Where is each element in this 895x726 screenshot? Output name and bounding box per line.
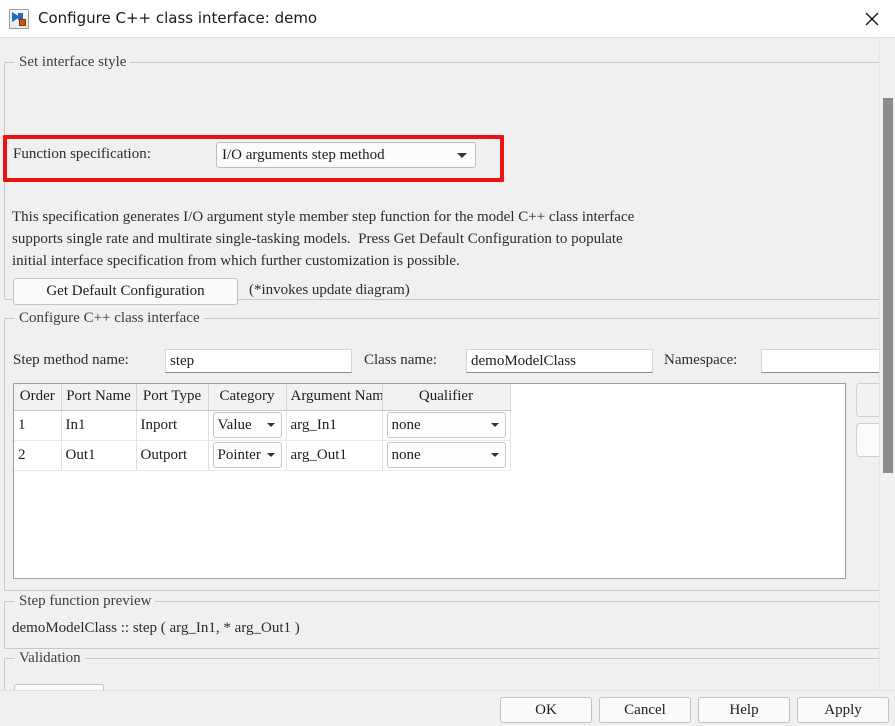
function-specification-value: I/O arguments step method (222, 146, 385, 163)
qualifier-value-row-1: none (391, 416, 421, 433)
category-dropdown-row-1[interactable]: Value (212, 412, 282, 438)
step-method-name-input[interactable] (165, 349, 352, 373)
vertical-scrollbar[interactable] (879, 38, 895, 690)
description-line-3: initial interface specification from whi… (12, 253, 460, 269)
category-value-row-1: Value (217, 416, 252, 433)
chevron-down-icon (490, 423, 499, 427)
step-method-name-label: Step method name: (13, 352, 129, 368)
cell-category[interactable]: Pointer (208, 440, 287, 471)
chevron-down-icon (457, 153, 467, 158)
col-header-qualifier[interactable]: Qualifier (382, 384, 511, 411)
group-legend-step-function-preview: Step function preview (15, 592, 156, 611)
col-header-order[interactable]: Order (14, 384, 62, 411)
chevron-down-icon (490, 453, 499, 457)
dialog-button-bar: OK Cancel Help Apply (0, 690, 895, 726)
col-header-port-name[interactable]: Port Name (61, 384, 137, 411)
qualifier-value-row-2: none (391, 446, 421, 463)
group-legend-configure-class-interface: Configure C++ class interface (15, 309, 204, 328)
namespace-input[interactable] (761, 349, 895, 373)
class-name-label: Class name: (364, 352, 437, 368)
group-legend-validation: Validation (15, 649, 85, 668)
cell-order: 2 (14, 440, 62, 471)
close-icon[interactable] (849, 0, 895, 37)
vertical-scrollbar-thumb[interactable] (883, 98, 893, 473)
dialog-content: Set interface style Function specificati… (0, 38, 895, 690)
apply-button[interactable]: Apply (797, 697, 889, 723)
get-default-configuration-button[interactable]: Get Default Configuration (13, 278, 238, 305)
function-specification-label: Function specification: (13, 146, 151, 162)
category-dropdown-row-2[interactable]: Pointer (212, 442, 282, 468)
description-line-1: This specification generates I/O argumen… (12, 209, 635, 225)
namespace-label: Namespace: (664, 352, 738, 368)
cancel-button[interactable]: Cancel (599, 697, 691, 723)
col-header-port-type[interactable]: Port Type (136, 384, 209, 411)
dialog-window: Configure C++ class interface: demo Set … (0, 0, 895, 726)
cell-category[interactable]: Value (208, 410, 287, 441)
step-function-signature: demoModelClass :: step ( arg_In1, * arg_… (12, 620, 300, 636)
chevron-down-icon (266, 453, 275, 457)
qualifier-dropdown-row-1[interactable]: none (386, 412, 506, 438)
port-interface-table[interactable]: Order Port Name Port Type Category Argum… (13, 383, 846, 579)
table-row[interactable]: 1 In1 Inport Value arg_In1 none (14, 410, 511, 441)
cell-order: 1 (14, 410, 62, 441)
table-header-row: Order Port Name Port Type Category Argum… (14, 384, 511, 411)
group-legend-set-interface-style: Set interface style (15, 53, 131, 72)
chevron-down-icon (266, 423, 275, 427)
get-default-configuration-note: (*invokes update diagram) (249, 282, 410, 298)
help-button[interactable]: Help (698, 697, 790, 723)
cell-port-type: Inport (136, 410, 209, 441)
cell-port-name: Out1 (61, 440, 137, 471)
cell-argument-name[interactable]: arg_Out1 (286, 440, 383, 471)
cell-port-type: Outport (136, 440, 209, 471)
description-line-2: supports single rate and multirate singl… (12, 231, 623, 247)
window-title: Configure C++ class interface: demo (38, 9, 318, 27)
cell-qualifier[interactable]: none (382, 410, 511, 441)
col-header-category[interactable]: Category (208, 384, 287, 411)
class-name-input[interactable] (466, 349, 653, 373)
table-row[interactable]: 2 Out1 Outport Pointer arg_Out1 none (14, 440, 511, 471)
category-value-row-2: Pointer (217, 446, 261, 463)
group-validation: Validation (4, 649, 895, 690)
qualifier-dropdown-row-2[interactable]: none (386, 442, 506, 468)
function-specification-dropdown[interactable]: I/O arguments step method (216, 142, 476, 168)
cell-qualifier[interactable]: none (382, 440, 511, 471)
cell-argument-name[interactable]: arg_In1 (286, 410, 383, 441)
interface-style-description: This specification generates I/O argumen… (12, 206, 895, 272)
ok-button[interactable]: OK (500, 697, 592, 723)
simulink-model-icon (9, 8, 29, 29)
col-header-argument-name[interactable]: Argument Name (286, 384, 383, 411)
title-bar: Configure C++ class interface: demo (0, 0, 895, 38)
cell-port-name: In1 (61, 410, 137, 441)
